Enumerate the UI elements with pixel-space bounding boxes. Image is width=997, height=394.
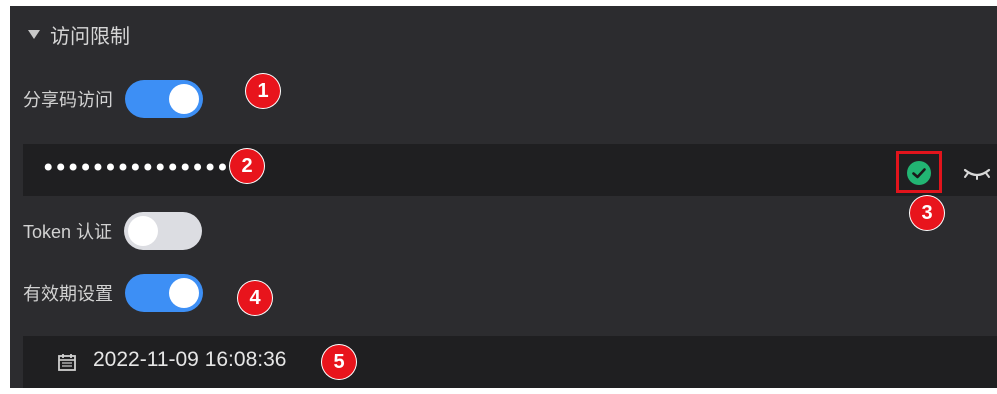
check-circle-icon[interactable] bbox=[907, 161, 931, 185]
validity-label: 有效期设置 bbox=[23, 284, 113, 304]
expiry-date-field[interactable]: 2022-11-09 16:08:36 bbox=[23, 336, 997, 388]
validity-toggle[interactable] bbox=[125, 274, 203, 312]
eye-closed-icon[interactable] bbox=[962, 164, 992, 184]
toggle-knob bbox=[169, 84, 199, 114]
calendar-icon bbox=[58, 354, 76, 371]
annotation-badge-2: 2 bbox=[230, 149, 264, 183]
share-code-row: 分享码访问 bbox=[23, 80, 203, 118]
annotation-badge-5: 5 bbox=[322, 345, 356, 379]
annotation-badge-4: 4 bbox=[238, 281, 272, 315]
toggle-knob bbox=[128, 216, 159, 246]
password-field[interactable]: •••••••••••••••• bbox=[23, 144, 997, 196]
token-row: Token 认证 bbox=[23, 212, 203, 250]
token-toggle[interactable] bbox=[124, 212, 203, 250]
toggle-knob bbox=[169, 278, 199, 308]
expiry-date-value[interactable]: 2022-11-09 16:08:36 bbox=[93, 348, 286, 372]
section-header[interactable]: 访问限制 bbox=[28, 20, 130, 49]
caret-down-icon[interactable] bbox=[28, 30, 40, 39]
share-code-toggle[interactable] bbox=[125, 80, 203, 118]
access-restriction-panel: 访问限制 分享码访问 1 •••••••••••••••• 2 3 Token … bbox=[10, 6, 997, 388]
annotation-badge-1: 1 bbox=[246, 74, 280, 108]
share-code-label: 分享码访问 bbox=[23, 90, 113, 110]
token-label: Token 认证 bbox=[23, 222, 113, 242]
annotation-badge-3: 3 bbox=[910, 196, 944, 230]
section-title: 访问限制 bbox=[50, 26, 130, 48]
validity-row: 有效期设置 bbox=[23, 274, 203, 312]
verify-highlight-box bbox=[896, 151, 942, 193]
password-input[interactable]: •••••••••••••••• bbox=[41, 154, 242, 182]
